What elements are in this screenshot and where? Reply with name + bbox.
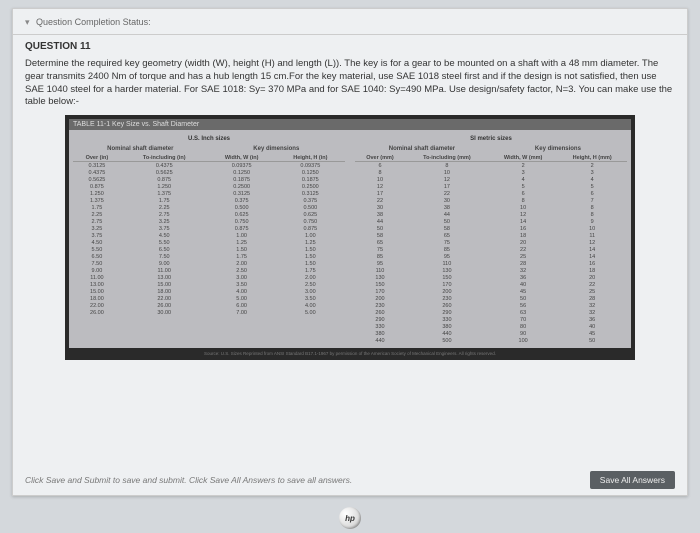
table-row: 3.253.750.8750.875 — [73, 225, 345, 232]
completion-status: ▾ Question Completion Status: — [25, 15, 675, 34]
table-wrap: U.S. Inch sizes Nominal shaft diameterKe… — [69, 130, 631, 348]
table-row: 951102816 — [355, 260, 627, 267]
table-row: 2002305028 — [355, 295, 627, 302]
question-prompt: Determine the required key geometry (wid… — [25, 58, 675, 109]
table-row: 11.0013.003.002.00 — [73, 274, 345, 281]
si-column: SI metric sizes Nominal shaft diameterKe… — [355, 134, 627, 344]
units-right: SI metric sizes — [355, 134, 627, 144]
bottom-bar: Click Save and Submit to save and submit… — [25, 471, 675, 489]
table-title: TABLE 11-1 Key Size vs. Shaft Diameter — [69, 119, 631, 130]
table-row: 0.8751.2500.25000.2500 — [73, 183, 345, 190]
divider — [13, 34, 687, 35]
table-row: 0.56250.8750.18750.1875 — [73, 176, 345, 183]
table-row: 2903307036 — [355, 316, 627, 323]
table-row: 1702004525 — [355, 288, 627, 295]
table-row: 2602906332 — [355, 309, 627, 316]
table-row: 5.506.501.501.50 — [73, 246, 345, 253]
table-row: 3303808040 — [355, 323, 627, 330]
source-note: Source: U.S. Sizes Reprinted from ANSI S… — [69, 348, 631, 356]
table-row: 65752012 — [355, 239, 627, 246]
table-row: 172266 — [355, 190, 627, 197]
table-row: 1101303218 — [355, 267, 627, 274]
table-row: 3.754.501.001.00 — [73, 232, 345, 239]
table-row: 6.507.501.751.50 — [73, 253, 345, 260]
table-row: 85952514 — [355, 253, 627, 260]
question-number: QUESTION 11 — [25, 41, 675, 52]
table-row: 2302605632 — [355, 302, 627, 309]
table-row: 0.43750.56250.12500.1250 — [73, 169, 345, 176]
table-row: 6822 — [355, 162, 627, 170]
table-row: 223087 — [355, 197, 627, 204]
status-label: Question Completion Status: — [36, 17, 151, 27]
table-row: 4.505.501.251.25 — [73, 239, 345, 246]
table-row: 1.752.250.5000.500 — [73, 204, 345, 211]
chevron-down-icon: ▾ — [25, 17, 30, 28]
table-row: 58651811 — [355, 232, 627, 239]
table-row: 4450149 — [355, 218, 627, 225]
us-table: Nominal shaft diameterKey dimensions Ove… — [73, 144, 345, 316]
table-row: 2.252.750.6250.625 — [73, 211, 345, 218]
table-row: 2.753.250.7500.750 — [73, 218, 345, 225]
table-row: 3844128 — [355, 211, 627, 218]
table-row: 1.2501.3750.31250.3125 — [73, 190, 345, 197]
table-row: 1301503620 — [355, 274, 627, 281]
hp-logo-icon: hp — [339, 507, 361, 529]
table-row: 9.0011.002.501.75 — [73, 267, 345, 274]
table-row: 3038108 — [355, 204, 627, 211]
bottom-hint: Click Save and Submit to save and submit… — [25, 475, 352, 485]
table-row: 81033 — [355, 169, 627, 176]
save-all-button[interactable]: Save All Answers — [590, 471, 675, 489]
si-table: Nominal shaft diameterKey dimensions Ove… — [355, 144, 627, 344]
table-row: 101244 — [355, 176, 627, 183]
table-row: 13.0015.003.502.50 — [73, 281, 345, 288]
table-figure: TABLE 11-1 Key Size vs. Shaft Diameter U… — [65, 115, 635, 360]
table-row: 1.3751.750.3750.375 — [73, 197, 345, 204]
table-row: 3804409045 — [355, 330, 627, 337]
table-row: 44050010050 — [355, 337, 627, 344]
table-row: 22.0026.006.004.00 — [73, 302, 345, 309]
table-row: 18.0022.005.003.50 — [73, 295, 345, 302]
table-row: 1501704022 — [355, 281, 627, 288]
us-column: U.S. Inch sizes Nominal shaft diameterKe… — [73, 134, 345, 344]
units-left: U.S. Inch sizes — [73, 134, 345, 144]
table-row: 50581610 — [355, 225, 627, 232]
table-row: 0.31250.43750.093750.09375 — [73, 162, 345, 170]
table-row: 121755 — [355, 183, 627, 190]
table-row: 75852214 — [355, 246, 627, 253]
table-row: 15.0018.004.003.00 — [73, 288, 345, 295]
table-row: 26.0030.007.005.00 — [73, 309, 345, 316]
table-row: 7.509.002.001.50 — [73, 260, 345, 267]
question-page: ▾ Question Completion Status: QUESTION 1… — [12, 8, 688, 496]
